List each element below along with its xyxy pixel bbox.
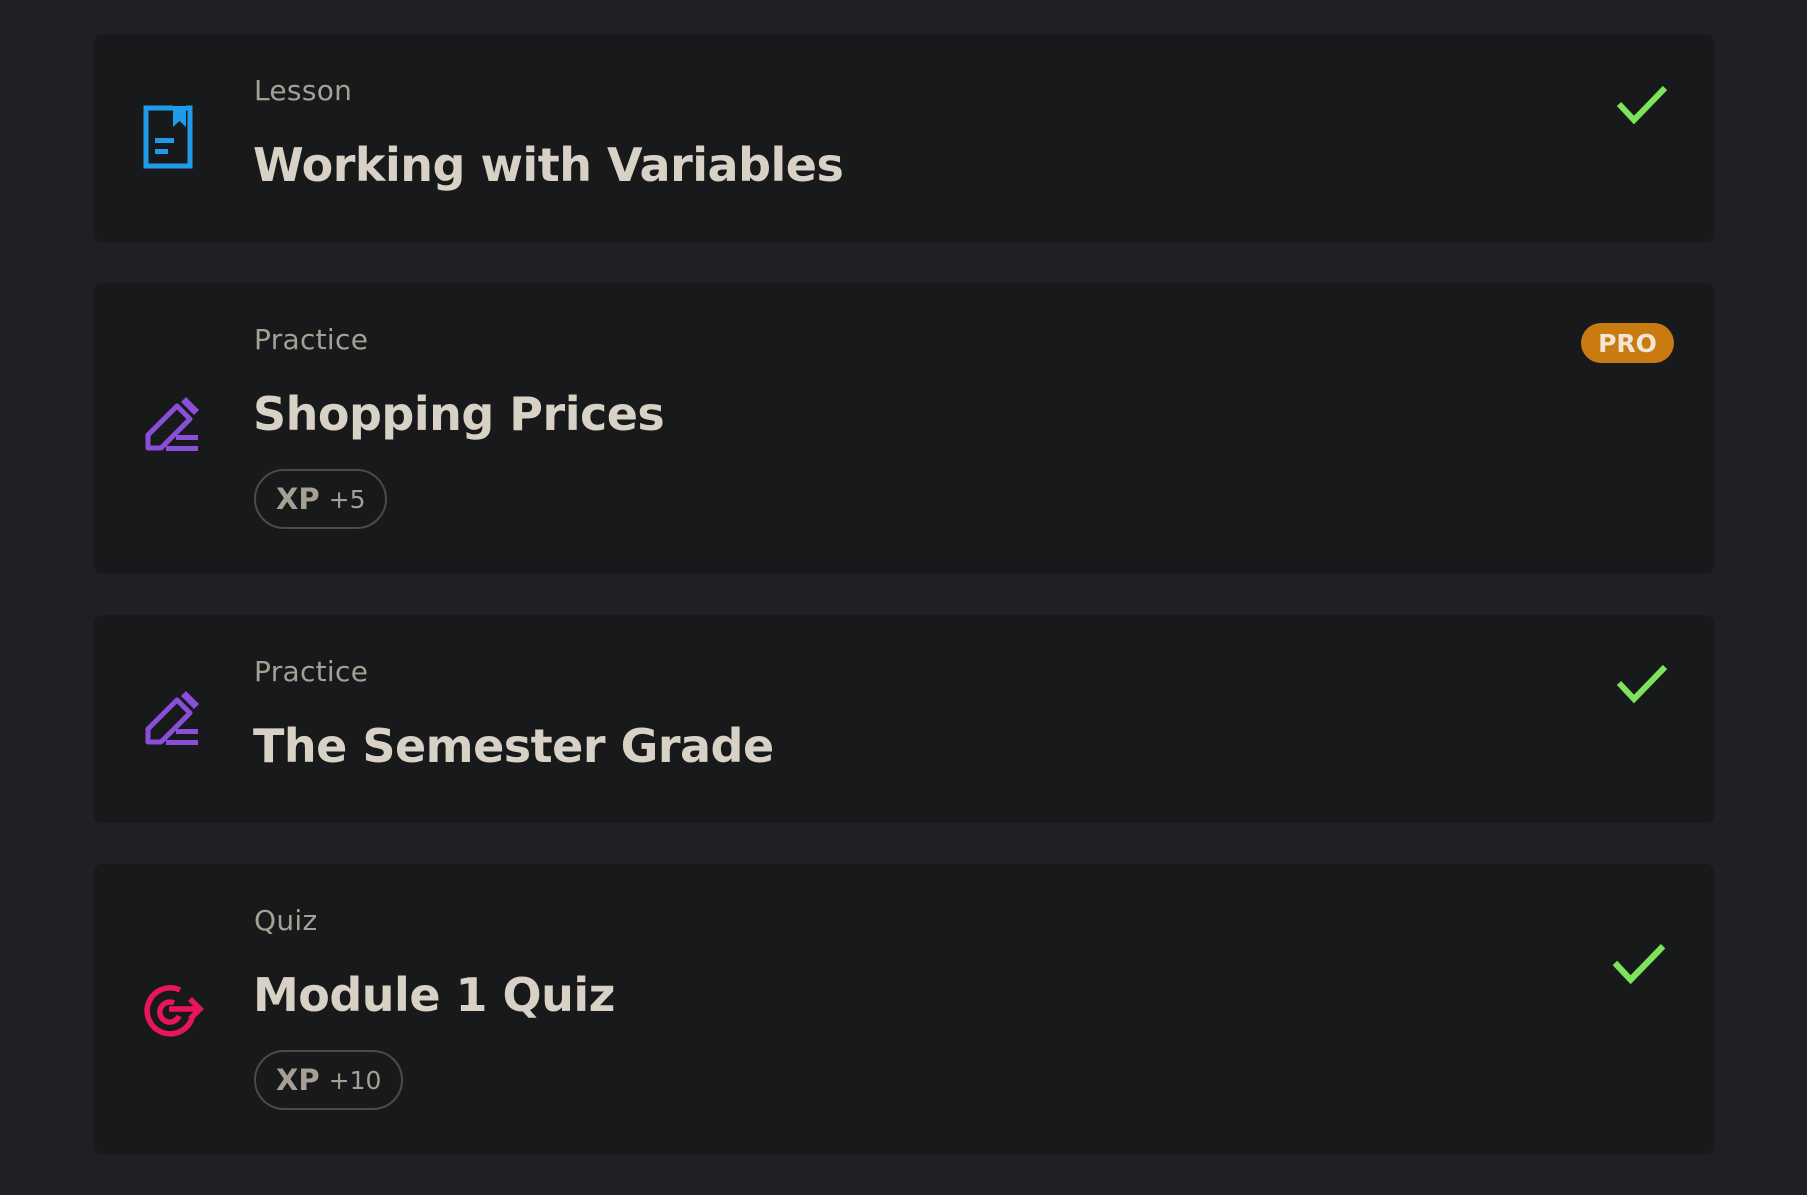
xp-value: +10 (328, 1065, 382, 1095)
xp-label: XP (276, 1063, 320, 1097)
item-type-label: Practice (254, 323, 369, 356)
pencil-icon (144, 395, 200, 453)
pro-badge: PRO (1581, 323, 1674, 363)
xp-label: XP (276, 482, 320, 516)
list-item-practice[interactable]: Practice The Semester Grade (94, 615, 1714, 823)
list-item-quiz[interactable]: Quiz Module 1 Quiz XP +10 (94, 864, 1714, 1154)
document-icon (142, 105, 194, 169)
list-item-lesson[interactable]: Lesson Working with Variables (94, 34, 1714, 242)
item-title: Module 1 Quiz (253, 968, 615, 1022)
item-title: Shopping Prices (253, 387, 665, 441)
xp-reward-pill: XP +10 (254, 1050, 404, 1110)
target-icon (140, 980, 204, 1038)
xp-value: +5 (328, 484, 366, 514)
checkmark-icon (1616, 663, 1668, 705)
pencil-icon (144, 689, 200, 747)
xp-reward-pill: XP +5 (254, 469, 388, 529)
checkmark-icon (1616, 84, 1668, 126)
item-type-label: Lesson (254, 74, 353, 107)
item-type-label: Practice (254, 655, 369, 688)
item-title: Working with Variables (253, 138, 844, 192)
list-item-practice[interactable]: Practice Shopping Prices PRO XP +5 (94, 283, 1714, 574)
lesson-list: Lesson Working with Variables Practice S… (94, 34, 1714, 1195)
item-title: The Semester Grade (253, 719, 774, 773)
item-type-label: Quiz (254, 904, 318, 937)
checkmark-icon (1611, 942, 1667, 986)
